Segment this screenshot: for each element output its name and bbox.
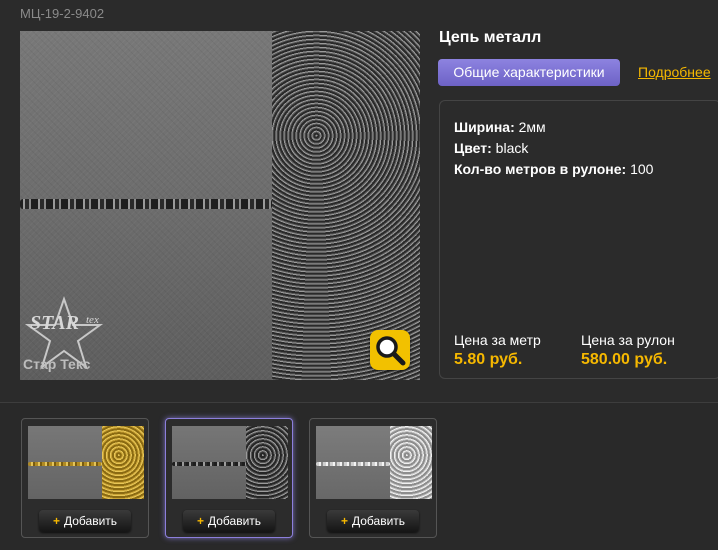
add-label: Добавить — [207, 514, 262, 528]
variant-thumb-gold[interactable]: + Добавить — [21, 418, 149, 538]
plus-icon: + — [196, 514, 204, 528]
plus-icon: + — [340, 514, 348, 528]
variant-image — [316, 426, 432, 499]
svg-text:STAR: STAR — [30, 312, 79, 334]
tab-details-link[interactable]: Подробнее — [638, 64, 711, 80]
spec-value: 100 — [630, 161, 654, 177]
add-button[interactable]: + Добавить — [327, 510, 419, 532]
variant-image — [28, 426, 144, 499]
spec-color: Цвет: black — [454, 140, 528, 156]
product-title: Цепь металл — [439, 29, 542, 46]
price-per-meter-label: Цена за метр — [454, 332, 541, 348]
brand-name: Стар Текс — [23, 356, 91, 372]
spec-meters-per-roll: Кол-во метров в рулоне: 100 — [454, 161, 653, 177]
price-per-meter-value: 5.80 руб. — [454, 351, 523, 368]
product-sku: МЦ-19-2-9402 — [20, 6, 105, 21]
add-label: Добавить — [351, 514, 406, 528]
add-button[interactable]: + Добавить — [39, 510, 131, 532]
spec-width: Ширина: 2мм — [454, 119, 546, 135]
zoom-button[interactable] — [370, 330, 410, 370]
variant-thumb-silver[interactable]: + Добавить — [309, 418, 437, 538]
variant-image — [172, 426, 288, 499]
price-per-roll-value: 580.00 руб. — [581, 351, 668, 368]
product-main-image: STAR tex Стар Текс — [20, 31, 420, 380]
plus-icon: + — [52, 514, 60, 528]
chain-sample — [20, 199, 272, 209]
chain-pile — [272, 31, 420, 380]
spec-value: 2мм — [518, 119, 546, 135]
price-per-roll-label: Цена за рулон — [581, 332, 675, 348]
spec-label: Ширина: — [454, 119, 515, 135]
spec-value: black — [495, 140, 529, 156]
specs-panel: Ширина: 2мм Цвет: black Кол-во метров в … — [439, 100, 718, 379]
spec-label: Кол-во метров в рулоне: — [454, 161, 627, 177]
spec-label: Цвет: — [454, 140, 492, 156]
magnifier-icon — [376, 336, 406, 366]
add-button[interactable]: + Добавить — [183, 510, 275, 532]
tab-general-specs[interactable]: Общие характеристики — [438, 59, 620, 86]
variant-thumb-black[interactable]: + Добавить — [165, 418, 293, 538]
add-label: Добавить — [63, 514, 118, 528]
svg-text:tex: tex — [86, 314, 99, 326]
